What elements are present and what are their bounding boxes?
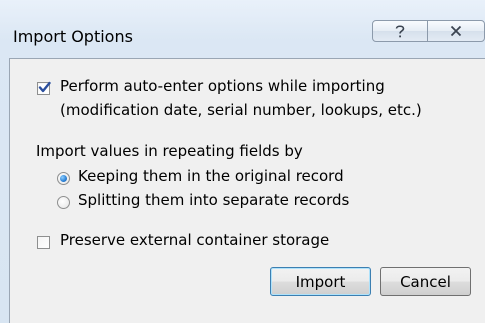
auto-enter-label[interactable]: Perform auto-enter options while importi… — [60, 77, 385, 95]
cancel-button[interactable]: Cancel — [380, 267, 471, 296]
help-button[interactable] — [372, 20, 428, 42]
checkmark-icon — [38, 81, 51, 93]
repeating-fields-label: Import values in repeating fields by — [36, 142, 303, 160]
dialog-body: Perform auto-enter options while importi… — [9, 58, 485, 323]
keep-original-radio[interactable] — [57, 172, 70, 185]
import-options-dialog: Import Options Perform auto-enter option… — [0, 0, 485, 323]
preserve-storage-label[interactable]: Preserve external container storage — [60, 231, 329, 249]
import-button[interactable]: Import — [270, 267, 371, 296]
question-mark-icon — [395, 24, 405, 37]
split-records-radio[interactable] — [57, 196, 70, 209]
title-bar-buttons — [372, 0, 485, 58]
dialog-title: Import Options — [13, 27, 133, 46]
auto-enter-description: (modification date, serial number, looku… — [60, 101, 422, 119]
close-button[interactable] — [427, 20, 485, 42]
keep-original-label[interactable]: Keeping them in the original record — [78, 167, 344, 185]
close-x-icon — [450, 25, 462, 37]
title-bar: Import Options — [0, 0, 485, 58]
auto-enter-checkbox[interactable] — [37, 81, 51, 95]
preserve-storage-checkbox[interactable] — [37, 236, 50, 249]
split-records-label[interactable]: Splitting them into separate records — [78, 191, 349, 209]
